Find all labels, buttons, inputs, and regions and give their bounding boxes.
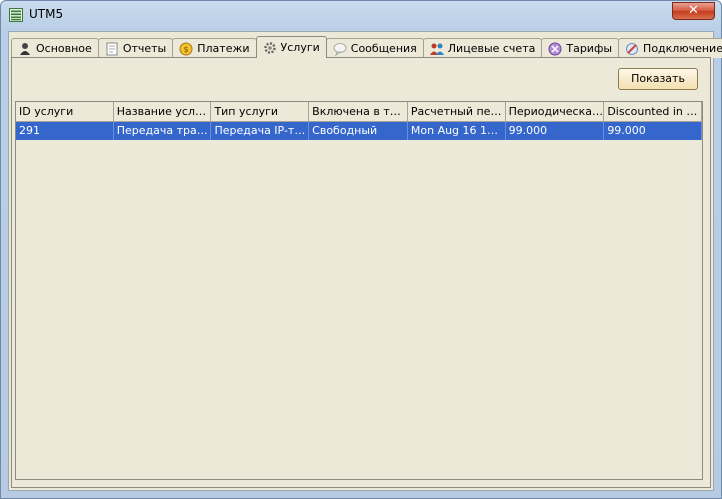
table-cell: Свободный bbox=[309, 122, 408, 140]
column-header-name[interactable]: Название услуги bbox=[113, 102, 212, 122]
tab-reports[interactable]: Отчеты bbox=[97, 38, 174, 58]
tab-bar: Основное Отчеты $ Платежи Услуги Сообщен… bbox=[11, 36, 722, 58]
table-cell: Передача IP-тр... bbox=[211, 122, 310, 140]
user-icon bbox=[20, 42, 30, 55]
tab-accounts[interactable]: Лицевые счета bbox=[422, 38, 543, 58]
tab-services[interactable]: Услуги bbox=[255, 36, 327, 58]
tab-label: Платежи bbox=[197, 42, 250, 55]
connection-icon bbox=[626, 42, 639, 55]
services-panel: Показать ID услуги Название услуги Тип у… bbox=[11, 57, 711, 488]
close-button[interactable]: ✕ bbox=[672, 2, 715, 20]
tab-label: Сообщения bbox=[350, 42, 417, 55]
tab-label: Услуги bbox=[280, 41, 320, 54]
table-cell: 99.000 bbox=[604, 122, 703, 140]
gear-icon bbox=[263, 41, 276, 54]
tab-label: Подключение bbox=[643, 42, 722, 55]
report-icon bbox=[106, 42, 118, 55]
tab-messages[interactable]: Сообщения bbox=[325, 38, 424, 58]
table-header: ID услуги Название услуги Тип услуги Вкл… bbox=[16, 102, 703, 122]
tab-label: Лицевые счета bbox=[447, 42, 536, 55]
app-icon bbox=[9, 8, 23, 22]
column-header-type[interactable]: Тип услуги bbox=[211, 102, 310, 122]
tab-connection[interactable]: Подключение bbox=[618, 38, 722, 58]
column-header-included[interactable]: Включена в тар... bbox=[309, 102, 408, 122]
services-table: ID услуги Название услуги Тип услуги Вкл… bbox=[15, 101, 703, 480]
tab-label: Тарифы bbox=[566, 42, 613, 55]
tab-payments[interactable]: $ Платежи bbox=[172, 38, 257, 58]
column-header-discounted[interactable]: Discounted in cu... bbox=[604, 102, 703, 122]
table-cell: Передача траф... bbox=[114, 122, 212, 140]
tab-label: Отчеты bbox=[122, 42, 167, 55]
table-cell: Mon Aug 16 15:... bbox=[408, 122, 506, 140]
table-row[interactable]: 291 Передача траф... Передача IP-тр... С… bbox=[16, 122, 703, 140]
show-button[interactable]: Показать bbox=[618, 68, 698, 90]
column-header-id[interactable]: ID услуги bbox=[16, 102, 114, 122]
title-bar[interactable]: UTM5 ✕ bbox=[1, 1, 721, 29]
accounts-icon bbox=[429, 43, 444, 55]
column-header-periodic[interactable]: Периодическая... bbox=[505, 102, 605, 122]
app-window: UTM5 ✕ Основное Отчеты $ Платежи Услуги bbox=[0, 0, 722, 499]
svg-text:$: $ bbox=[184, 45, 189, 54]
close-icon: ✕ bbox=[688, 3, 699, 18]
tab-tariffs[interactable]: Тарифы bbox=[541, 38, 620, 58]
message-icon bbox=[333, 42, 347, 56]
tariff-icon bbox=[548, 42, 562, 55]
client-area: Основное Отчеты $ Платежи Услуги Сообщен… bbox=[8, 31, 722, 491]
coin-icon: $ bbox=[179, 42, 193, 55]
table-cell: 291 bbox=[16, 122, 114, 140]
tab-main[interactable]: Основное bbox=[11, 38, 99, 58]
window-title: UTM5 bbox=[29, 7, 64, 21]
tab-label: Основное bbox=[36, 42, 92, 55]
table-cell: 99.000 bbox=[506, 122, 605, 140]
column-header-period[interactable]: Расчетный пер... bbox=[407, 102, 506, 122]
